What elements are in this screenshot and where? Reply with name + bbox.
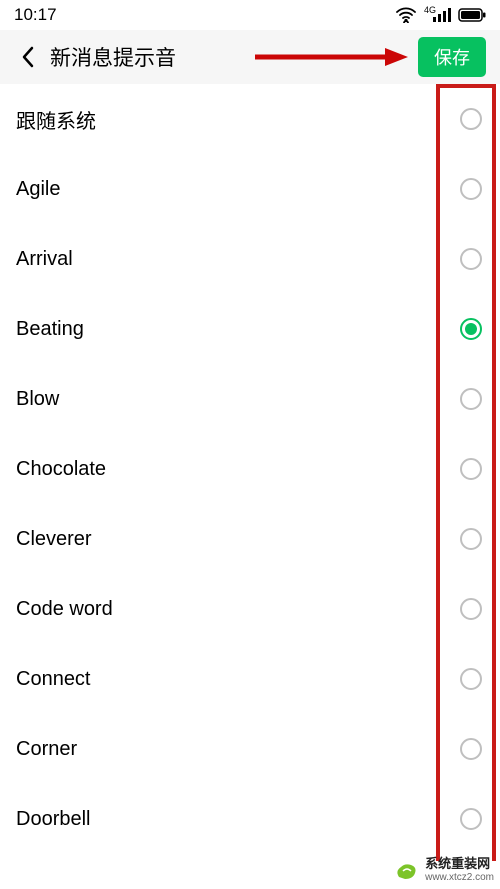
watermark-title: 系统重装网 xyxy=(425,857,494,871)
ringtone-label: Cleverer xyxy=(16,528,92,551)
ringtone-item[interactable]: Arrival xyxy=(0,224,500,294)
radio-button[interactable] xyxy=(460,738,482,760)
radio-button[interactable] xyxy=(460,318,482,340)
ringtone-list: 跟随系统 Agile Arrival Beating Blow Chocolate Clev… xyxy=(0,84,500,889)
ringtone-label: Arrival xyxy=(16,248,73,271)
header-bar: 新消息提示音 保存 xyxy=(0,30,500,84)
wifi-icon xyxy=(396,7,416,23)
ringtone-item[interactable]: Cleverer xyxy=(0,504,500,574)
radio-button[interactable] xyxy=(460,598,482,620)
ringtone-label: Blow xyxy=(16,388,59,411)
logo-icon xyxy=(393,857,419,883)
save-button[interactable]: 保存 xyxy=(418,37,486,77)
ringtone-label: Doorbell xyxy=(16,808,90,831)
ringtone-label: Chocolate xyxy=(16,458,106,481)
chevron-left-icon xyxy=(21,46,35,68)
ringtone-item[interactable]: Agile xyxy=(0,154,500,224)
ringtone-item[interactable]: 跟随系统 xyxy=(0,84,500,154)
status-icons: 4G xyxy=(396,7,486,23)
radio-button[interactable] xyxy=(460,668,482,690)
ringtone-item[interactable]: Chocolate xyxy=(0,434,500,504)
ringtone-item[interactable]: Doorbell xyxy=(0,784,500,854)
radio-button[interactable] xyxy=(460,178,482,200)
radio-button[interactable] xyxy=(460,528,482,550)
status-time: 10:17 xyxy=(14,5,57,25)
watermark: 系统重装网 www.xtcz2.com xyxy=(393,857,494,883)
ringtone-label: Agile xyxy=(16,178,60,201)
ringtone-item[interactable]: Corner xyxy=(0,714,500,784)
status-bar: 10:17 4G xyxy=(0,0,500,30)
ringtone-item[interactable]: Connect xyxy=(0,644,500,714)
ringtone-label: Beating xyxy=(16,318,84,341)
ringtone-item[interactable]: Code word xyxy=(0,574,500,644)
ringtone-label: Corner xyxy=(16,738,77,761)
back-button[interactable] xyxy=(14,43,42,71)
radio-button[interactable] xyxy=(460,458,482,480)
battery-icon xyxy=(458,8,486,22)
ringtone-label: Connect xyxy=(16,668,91,691)
ringtone-item[interactable]: Blow xyxy=(0,364,500,434)
radio-button[interactable] xyxy=(460,108,482,130)
radio-button[interactable] xyxy=(460,248,482,270)
ringtone-item[interactable]: Beating xyxy=(0,294,500,364)
ringtone-label: 跟随系统 xyxy=(16,105,96,134)
page-title: 新消息提示音 xyxy=(50,42,176,72)
radio-button[interactable] xyxy=(460,808,482,830)
watermark-url: www.xtcz2.com xyxy=(425,872,494,883)
ringtone-label: Code word xyxy=(16,598,113,621)
radio-button[interactable] xyxy=(460,388,482,410)
network-label: 4G xyxy=(424,5,436,15)
